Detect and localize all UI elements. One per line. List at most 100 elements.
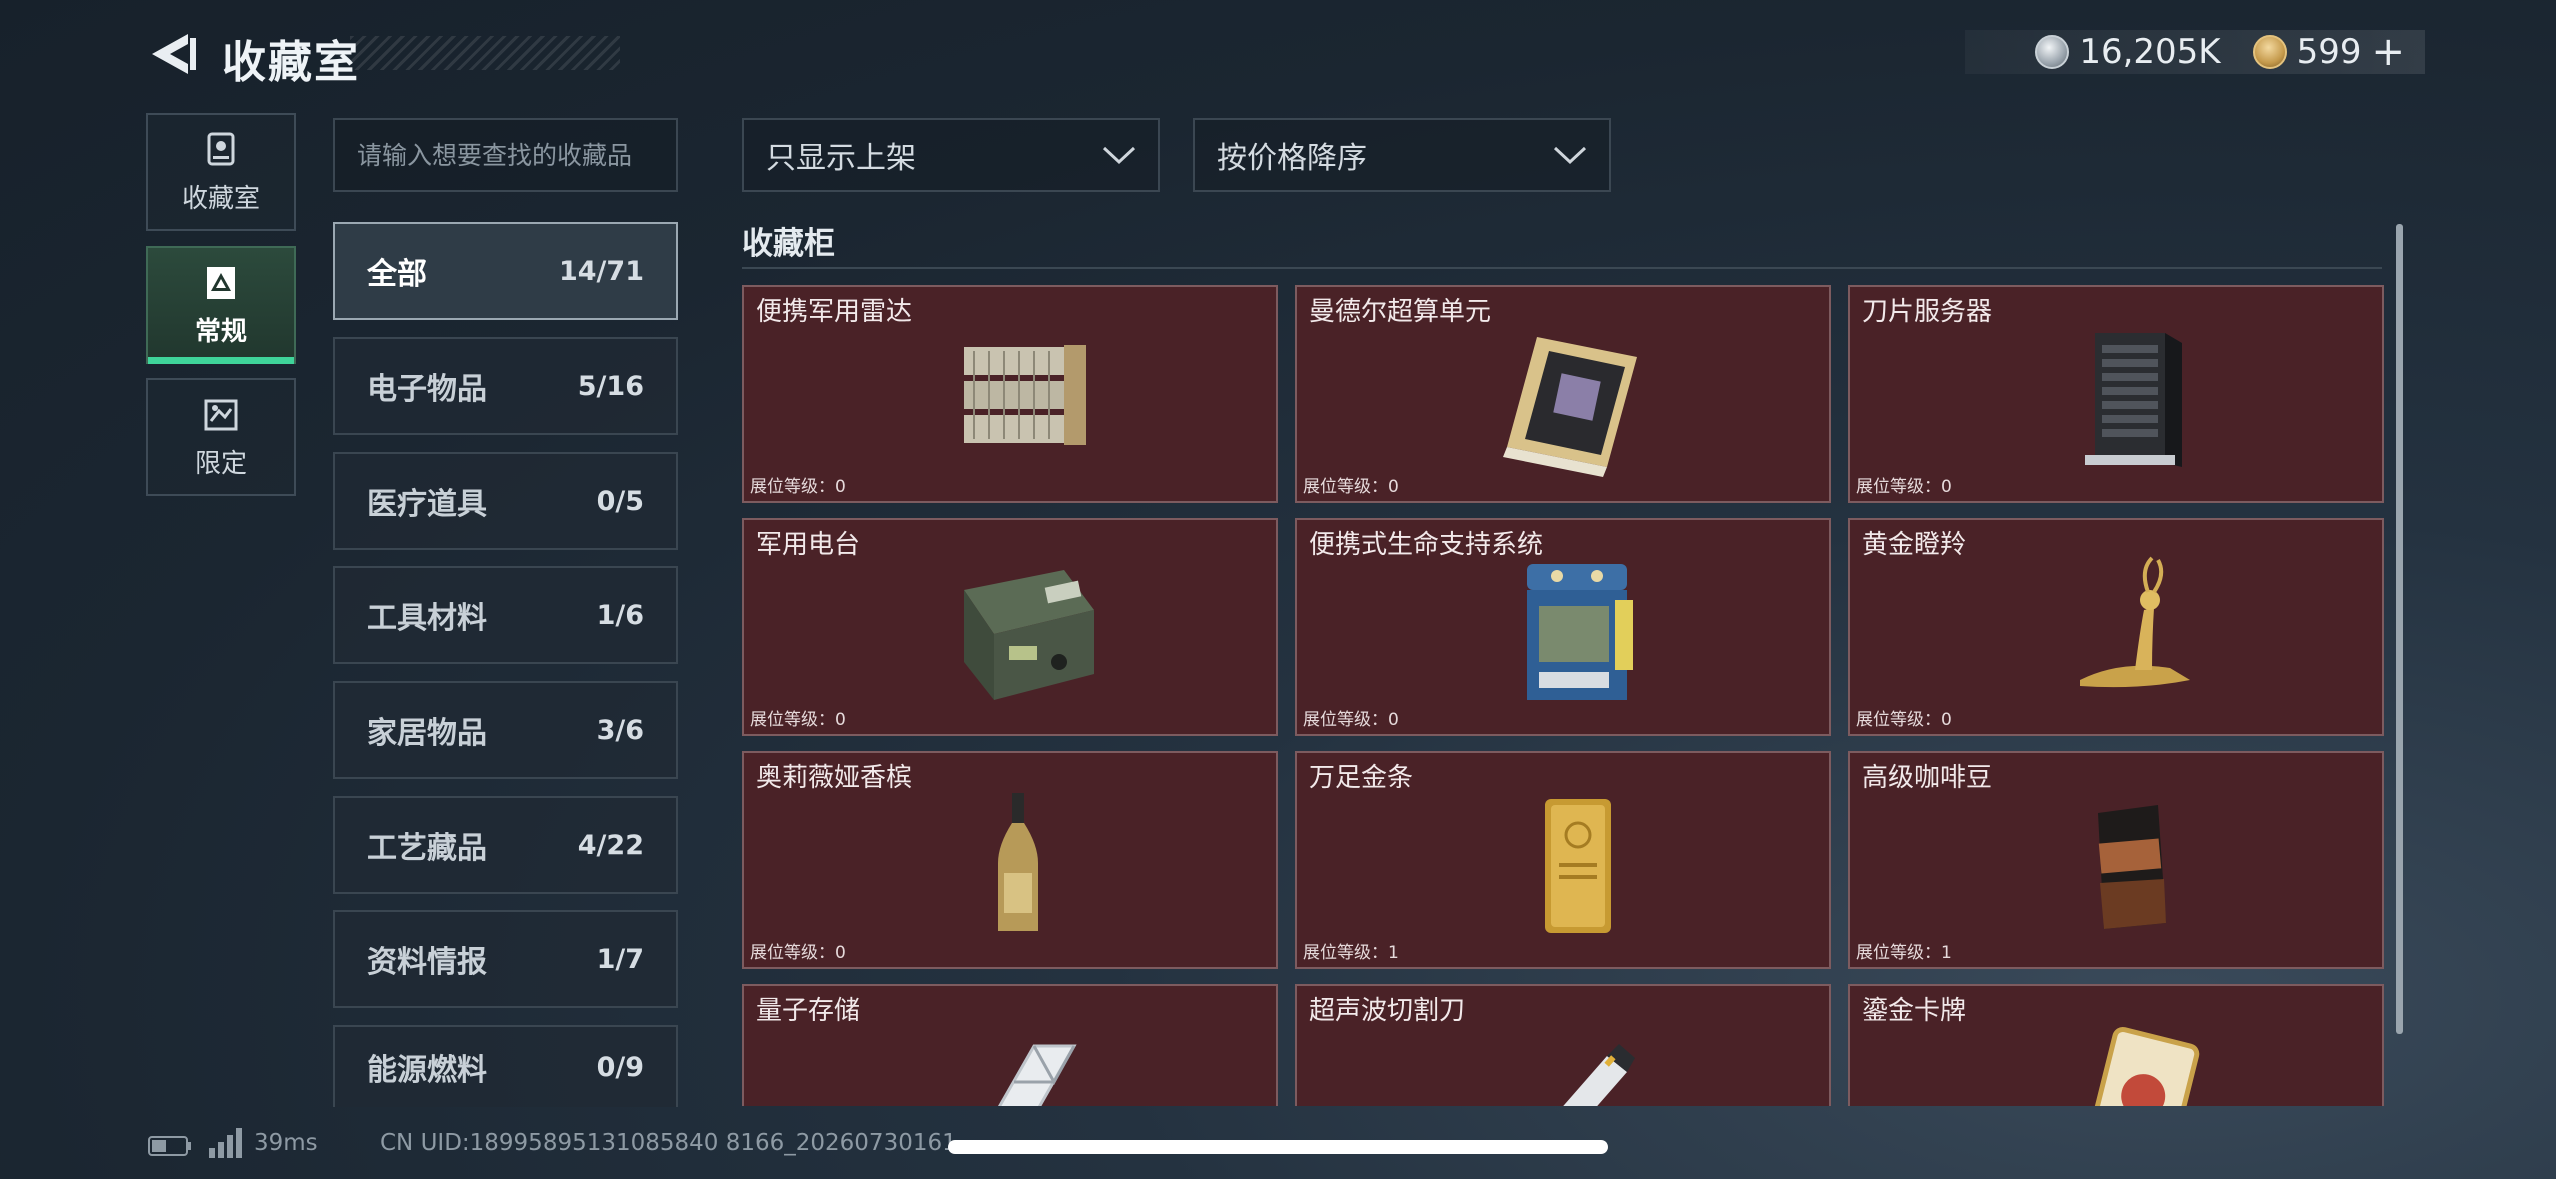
coffee-beans-icon	[2098, 805, 2166, 929]
category-count: 1/7	[596, 943, 644, 975]
item-level: 展位等级：1	[1303, 943, 1399, 963]
golden-gazelle-icon	[2080, 556, 2190, 688]
item-card[interactable]: 量子存储	[742, 984, 1278, 1106]
currency-bar: 16,205K 599 +	[1965, 29, 2425, 75]
nav-tab-limited[interactable]: 限定	[146, 378, 296, 496]
category-label: 工艺藏品	[367, 831, 487, 866]
category-energy[interactable]: 能源燃料 0/9	[333, 1025, 678, 1107]
item-name: 量子存储	[756, 996, 861, 1026]
coin-balance: 16,205K	[2079, 32, 2221, 72]
limited-icon	[204, 399, 238, 430]
item-level: 展位等级：0	[1303, 477, 1399, 497]
item-card[interactable]: 万足金条 展位等级：1	[1295, 751, 1831, 969]
military-radio-icon	[964, 570, 1094, 700]
nav-tab-collection-room[interactable]: 收藏室	[146, 113, 296, 231]
item-name: 超声波切割刀	[1309, 996, 1466, 1026]
category-count: 3/6	[596, 714, 644, 746]
category-electronics[interactable]: 电子物品 5/16	[333, 337, 678, 435]
category-tools[interactable]: 工具材料 1/6	[333, 566, 678, 664]
ultrasonic-cutter-icon	[1563, 1044, 1635, 1106]
item-card[interactable]: 奥莉薇娅香槟 展位等级：0	[742, 751, 1278, 969]
section-title: 收藏柜	[742, 226, 835, 262]
item-card[interactable]: 鎏金卡牌	[1848, 984, 2384, 1106]
nav-tab-label: 常规	[194, 316, 247, 347]
grid-scrollbar[interactable]	[2396, 224, 2403, 1034]
category-count: 5/16	[577, 370, 644, 402]
item-level: 展位等级：0	[750, 710, 846, 730]
category-label: 全部	[367, 257, 427, 292]
gilded-card-icon	[2084, 1026, 2200, 1106]
item-name: 黄金瞪羚	[1862, 530, 1967, 560]
item-level: 展位等级：0	[750, 477, 846, 497]
category-medical[interactable]: 医疗道具 0/5	[333, 452, 678, 550]
item-card[interactable]: 便携军用雷达 展位等级：0	[742, 285, 1278, 503]
nav-tab-label: 收藏室	[181, 183, 260, 214]
nav-tab-label: 限定	[194, 448, 247, 479]
item-name: 鎏金卡牌	[1862, 996, 1967, 1026]
item-level: 展位等级：0	[1303, 710, 1399, 730]
section-divider	[742, 267, 2382, 269]
category-label: 家居物品	[367, 716, 487, 751]
add-currency-button[interactable]: +	[2371, 29, 2405, 75]
category-intel[interactable]: 资料情报 1/7	[333, 910, 678, 1008]
category-crafts[interactable]: 工艺藏品 4/22	[333, 796, 678, 894]
battery-icon	[148, 1136, 191, 1156]
regular-icon	[207, 266, 235, 299]
category-household[interactable]: 家居物品 3/6	[333, 681, 678, 779]
item-level: 展位等级：0	[750, 943, 846, 963]
category-count: 0/5	[596, 485, 644, 517]
filter-dropdown-label: 只显示上架	[766, 141, 916, 176]
item-name: 奥莉薇娅香槟	[756, 763, 913, 793]
blade-server-icon	[2085, 333, 2182, 467]
search-input[interactable]	[333, 118, 678, 192]
radar-icon	[964, 345, 1086, 445]
life-support-icon	[1527, 564, 1633, 700]
category-label: 资料情报	[367, 945, 487, 980]
item-name: 便携军用雷达	[756, 297, 913, 327]
category-label: 电子物品	[367, 372, 487, 407]
item-level: 展位等级：0	[1856, 477, 1952, 497]
signal-icon	[209, 1128, 242, 1158]
chevron-down-icon	[1102, 146, 1136, 165]
item-card[interactable]: 便携式生命支持系统 展位等级：0	[1295, 518, 1831, 736]
sort-dropdown[interactable]: 按价格降序	[1193, 118, 1611, 192]
gold-bar-icon	[1545, 799, 1611, 933]
category-count: 14/71	[558, 255, 644, 287]
champagne-icon	[998, 793, 1038, 931]
category-label: 能源燃料	[367, 1053, 487, 1088]
quantum-storage-icon	[997, 1044, 1077, 1106]
item-card[interactable]: 超声波切割刀	[1295, 984, 1831, 1106]
supercomputer-unit-icon	[1503, 337, 1637, 477]
collection-grid: 便携军用雷达 展位等级：0 曼德尔超算单元 展位等级：0 刀片服务器 展位等级：…	[740, 283, 2385, 1106]
category-count: 4/22	[577, 829, 644, 861]
gold-gem-icon	[2252, 35, 2287, 69]
category-count: 1/6	[596, 599, 644, 631]
back-arrow-icon	[152, 34, 196, 74]
item-name: 曼德尔超算单元	[1309, 297, 1492, 327]
chevron-down-icon	[1553, 146, 1587, 165]
user-uid: CN UID:18995895131085840 8166_2026073016…	[380, 1130, 957, 1156]
item-card[interactable]: 曼德尔超算单元 展位等级：0	[1295, 285, 1831, 503]
item-level: 展位等级：0	[1856, 710, 1952, 730]
back-button[interactable]	[148, 32, 200, 76]
title-decoration	[350, 36, 620, 70]
nav-tab-regular[interactable]: 常规	[146, 246, 296, 364]
home-indicator[interactable]	[948, 1140, 1608, 1154]
item-card[interactable]: 高级咖啡豆 展位等级：1	[1848, 751, 2384, 969]
silver-coin-icon	[2035, 35, 2070, 69]
category-label: 工具材料	[367, 601, 487, 636]
sort-dropdown-label: 按价格降序	[1217, 141, 1367, 176]
category-all[interactable]: 全部 14/71	[333, 222, 678, 320]
item-name: 刀片服务器	[1862, 297, 1993, 327]
collection-room-icon	[207, 132, 235, 165]
ping-readout: 39ms	[254, 1130, 318, 1156]
category-count: 0/9	[596, 1051, 644, 1083]
item-name: 万足金条	[1309, 763, 1414, 793]
item-card[interactable]: 刀片服务器 展位等级：0	[1848, 285, 2384, 503]
item-card[interactable]: 黄金瞪羚 展位等级：0	[1848, 518, 2384, 736]
gem-balance: 599	[2296, 32, 2362, 72]
filter-dropdown[interactable]: 只显示上架	[742, 118, 1160, 192]
item-card[interactable]: 军用电台 展位等级：0	[742, 518, 1278, 736]
category-label: 医疗道具	[367, 487, 487, 522]
item-name: 军用电台	[756, 530, 861, 560]
